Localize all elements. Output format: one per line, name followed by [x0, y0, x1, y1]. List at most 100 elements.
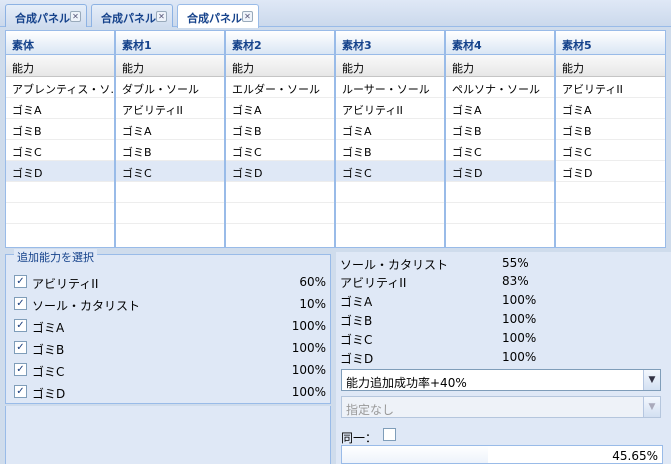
checkbox[interactable]: ✓ — [14, 341, 27, 354]
grid-cell — [556, 182, 665, 203]
checkbox-label: ゴミD — [32, 387, 66, 401]
close-icon[interactable]: ✕ — [156, 11, 167, 22]
grid-cell[interactable]: ゴミD — [6, 161, 114, 182]
grid-cell[interactable]: ゴミA — [556, 98, 665, 119]
checkbox-label: アビリティII — [32, 277, 99, 291]
grid-column-material-5: 素材5 能力 アビリティII ゴミA ゴミB ゴミC ゴミD — [556, 31, 665, 247]
success-rate: 100% — [291, 363, 326, 377]
tab-label: 合成パネル — [187, 12, 242, 25]
grid-cell[interactable]: ゴミA — [6, 98, 114, 119]
ability-checkbox-row[interactable]: ✓ ゴミA 100% — [14, 317, 326, 335]
column-header[interactable]: 素材5 — [556, 31, 665, 55]
grid-cell — [336, 203, 444, 224]
tab-bar: 合成パネル ✕ 合成パネル ✕ 合成パネル ✕ — [0, 0, 671, 28]
grid-cell — [446, 203, 554, 224]
grid-cell[interactable]: ゴミA — [116, 119, 224, 140]
stat-rate: 100% — [502, 312, 537, 326]
checkbox-label: ソール・カタリスト — [32, 299, 141, 313]
chevron-down-icon: ▼ — [643, 397, 660, 417]
progress-text: 45.65% — [612, 449, 658, 463]
tab-label: 合成パネル — [101, 12, 156, 25]
stat-name: ゴミD — [340, 352, 374, 366]
stat-name: ゴミB — [340, 314, 373, 328]
grid-cell[interactable]: ゴミD — [556, 161, 665, 182]
ability-checkbox-row[interactable]: ✓ アビリティII 60% — [14, 273, 326, 291]
grid-column-material-3: 素材3 能力 ルーサー・ソール アビリティII ゴミA ゴミB ゴミC — [336, 31, 446, 247]
column-header[interactable]: 素体 — [6, 31, 114, 55]
grid-cell[interactable]: ゴミC — [116, 161, 224, 182]
ability-checkbox-row[interactable]: ✓ ゴミD 100% — [14, 383, 326, 401]
grid-cell[interactable]: ゴミA — [446, 98, 554, 119]
grid-cell — [226, 182, 334, 203]
column-subheader: 能力 — [556, 55, 665, 77]
tab-synthesis-panel-3[interactable]: 合成パネル ✕ — [177, 4, 259, 28]
success-rate: 100% — [291, 341, 326, 355]
grid-column-material-2: 素材2 能力 エルダー・ソール ゴミA ゴミB ゴミC ゴミD — [226, 31, 336, 247]
same-checkbox[interactable] — [383, 428, 396, 441]
checkbox-label: ゴミC — [32, 365, 65, 379]
success-boost-combo[interactable]: 能力追加成功率+40% ▼ — [341, 369, 661, 391]
grid-cell[interactable]: ゴミC — [336, 161, 444, 182]
grid-cell[interactable]: アビリティII — [116, 98, 224, 119]
specify-combo[interactable]: 指定なし ▼ — [341, 396, 661, 418]
grid-cell[interactable]: ゴミB — [446, 119, 554, 140]
grid-cell[interactable]: ゴミC — [556, 140, 665, 161]
ability-checkbox-row[interactable]: ✓ ソール・カタリスト 10% — [14, 295, 326, 313]
grid-cell[interactable]: ゴミD — [446, 161, 554, 182]
grid-cell — [556, 203, 665, 224]
stat-rate: 100% — [502, 350, 537, 364]
success-rate: 100% — [291, 319, 326, 333]
grid-cell[interactable]: アビリティII — [336, 98, 444, 119]
ability-checkbox-row[interactable]: ✓ ゴミB 100% — [14, 339, 326, 357]
grid-column-material-4: 素材4 能力 ペルソナ・ソール ゴミA ゴミB ゴミC ゴミD — [446, 31, 556, 247]
grid-cell[interactable]: ゴミD — [226, 161, 334, 182]
chevron-down-icon[interactable]: ▼ — [643, 370, 660, 390]
grid-cell[interactable]: エルダー・ソール — [226, 77, 334, 98]
extra-ability-fieldset: 追加能力を選択 ✓ アビリティII 60% ✓ ソール・カタリスト 10% ✓ … — [5, 249, 331, 404]
grid-cell[interactable]: ゴミB — [556, 119, 665, 140]
grid-cell[interactable]: ゴミC — [6, 140, 114, 161]
grid-cell[interactable]: ゴミB — [116, 140, 224, 161]
grid-cell[interactable]: ゴミC — [446, 140, 554, 161]
checkbox[interactable]: ✓ — [14, 297, 27, 310]
grid-cell[interactable]: ルーサー・ソール — [336, 77, 444, 98]
checkbox[interactable]: ✓ — [14, 275, 27, 288]
checkbox[interactable]: ✓ — [14, 319, 27, 332]
grid-cell[interactable]: ゴミB — [6, 119, 114, 140]
grid-cell[interactable]: ゴミC — [226, 140, 334, 161]
column-header[interactable]: 素材4 — [446, 31, 554, 55]
grid-cell[interactable]: アビリティII — [556, 77, 665, 98]
checkbox[interactable]: ✓ — [14, 363, 27, 376]
stat-rate: 100% — [502, 331, 537, 345]
grid-cell[interactable]: ゴミA — [336, 119, 444, 140]
success-rate: 100% — [291, 385, 326, 399]
stat-name: アビリティII — [340, 276, 407, 290]
grid-cell — [446, 182, 554, 203]
ability-checkbox-row[interactable]: ✓ ゴミC 100% — [14, 361, 326, 379]
fieldset-legend: 追加能力を選択 — [14, 249, 97, 265]
result-panel: ソール・カタリスト 55% アビリティII 83% ゴミA 100% ゴミB 1… — [336, 252, 671, 464]
grid-cell[interactable]: アブレンティス・ソ… — [6, 77, 114, 98]
close-icon[interactable]: ✕ — [242, 11, 253, 22]
tab-synthesis-panel-1[interactable]: 合成パネル ✕ — [5, 4, 87, 27]
column-header[interactable]: 素材3 — [336, 31, 444, 55]
grid-cell[interactable]: ゴミB — [336, 140, 444, 161]
grid-column-material-1: 素材1 能力 ダブル・ソール アビリティII ゴミA ゴミB ゴミC — [116, 31, 226, 247]
column-subheader: 能力 — [336, 55, 444, 77]
grid-cell[interactable]: ダブル・ソール — [116, 77, 224, 98]
grid-cell[interactable]: ゴミA — [226, 98, 334, 119]
combo-value: 能力追加成功率+40% — [346, 376, 467, 390]
grid-cell[interactable]: ペルソナ・ソール — [446, 77, 554, 98]
column-header[interactable]: 素材1 — [116, 31, 224, 55]
close-icon[interactable]: ✕ — [70, 11, 81, 22]
success-progress-bar: 45.65% — [341, 445, 663, 464]
grid-cell[interactable]: ゴミB — [226, 119, 334, 140]
checkbox[interactable]: ✓ — [14, 385, 27, 398]
tab-synthesis-panel-2[interactable]: 合成パネル ✕ — [91, 4, 173, 27]
stat-rate: 100% — [502, 293, 537, 307]
column-subheader: 能力 — [446, 55, 554, 77]
stat-name: ソール・カタリスト — [340, 258, 449, 272]
tab-label: 合成パネル — [15, 12, 70, 25]
column-header[interactable]: 素材2 — [226, 31, 334, 55]
grid-cell — [6, 182, 114, 203]
